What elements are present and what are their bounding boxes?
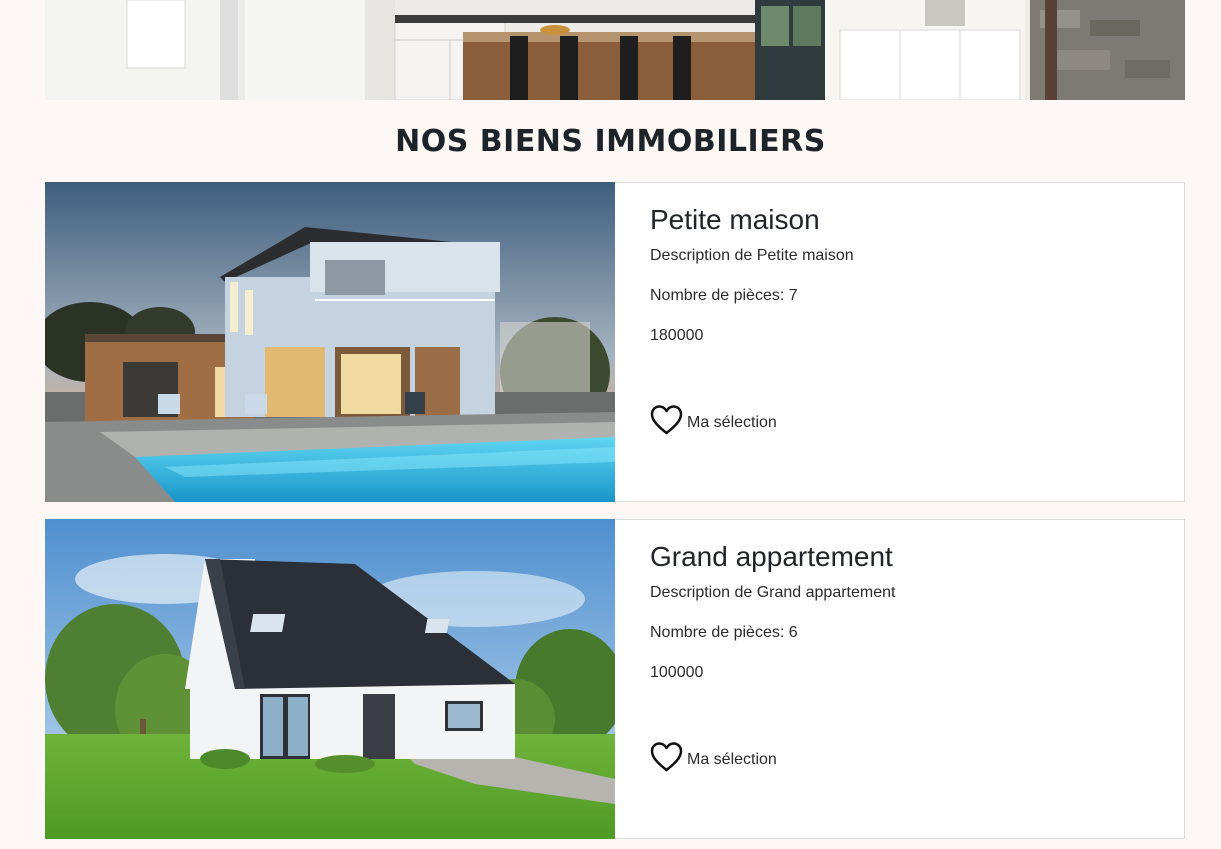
favorite-button[interactable]: Ma sélection — [650, 405, 777, 435]
section-title: NOS BIENS IMMOBILIERS — [395, 124, 826, 159]
listing-description: Description de Petite maison — [650, 247, 854, 264]
listing-description: Description de Grand appartement — [650, 584, 896, 601]
listing-photo[interactable] — [45, 519, 615, 839]
listing-price: 180000 — [650, 327, 704, 344]
favorite-button[interactable]: Ma sélection — [650, 742, 777, 772]
listing-title[interactable]: Petite maison — [650, 203, 820, 237]
listing-card[interactable]: Petite maison Description de Petite mais… — [45, 182, 1185, 502]
listing-title[interactable]: Grand appartement — [650, 540, 893, 574]
listing-details: Grand appartement Description de Grand a… — [615, 520, 1184, 838]
listing-price: 100000 — [650, 664, 704, 681]
listing-rooms: Nombre de pièces: 6 — [650, 624, 798, 641]
listing-rooms: Nombre de pièces: 7 — [650, 287, 798, 304]
favorite-label[interactable]: Ma sélection — [687, 413, 777, 435]
listing-card[interactable]: Grand appartement Description de Grand a… — [45, 519, 1185, 839]
listing-details: Petite maison Description de Petite mais… — [615, 183, 1184, 501]
heart-outline-icon[interactable] — [650, 742, 683, 772]
heart-outline-icon[interactable] — [650, 405, 683, 435]
listing-photo[interactable] — [45, 182, 615, 502]
page: NOS BIENS IMMOBILIERS Petite maison Desc… — [0, 0, 1221, 849]
favorite-label[interactable]: Ma sélection — [687, 750, 777, 772]
hero-banner-image — [45, 0, 1185, 100]
